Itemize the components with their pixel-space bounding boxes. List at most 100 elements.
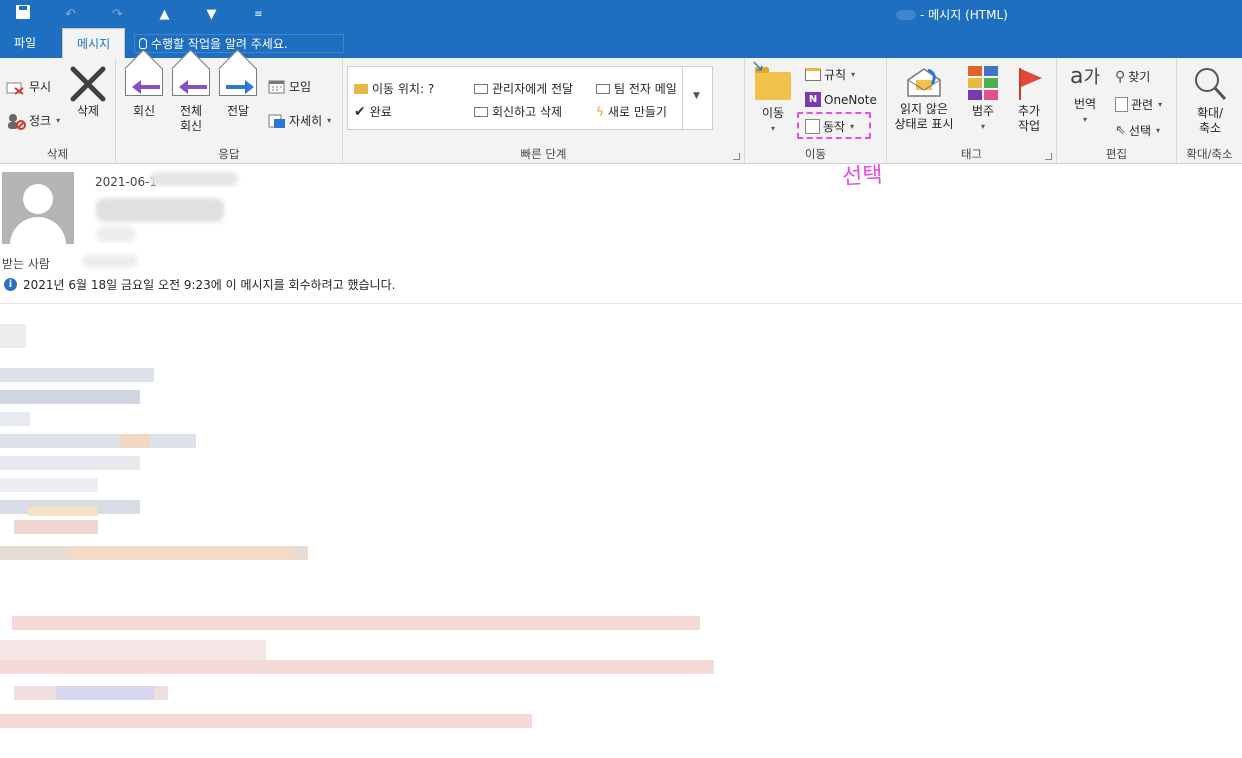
meeting-button[interactable]: 모임 [268,78,311,95]
redacted-date-tail [150,172,238,186]
quick-steps-group: 이동 위치: ? 관리자에게 전달 팀 전자 메일 ✔ 완료 회신하고 삭제 ϟ… [343,58,745,164]
related-button[interactable]: 관련 ▾ [1115,96,1162,113]
magnifier-icon [1192,66,1228,102]
rules-label: 규칙 [824,68,847,82]
onenote-label: OneNote [824,92,877,107]
save-icon[interactable] [0,0,47,28]
redacted-message-body [0,310,720,740]
translate-icon: a가 [1069,64,1101,89]
zoom-group-label: 확대/축소 [1186,147,1233,161]
editing-group-label: 편집 [1105,147,1128,161]
junk-button[interactable]: 정크 ▾ [6,112,60,130]
editing-group: a가 번역 ▾ ⚲ 찾기 관련 ▾ ⇖ 선택 ▾ 편집 [1057,58,1177,164]
lightning-icon: ϟ [596,104,604,119]
reply-label: 회신 [132,104,156,118]
more-respond-button[interactable]: 자세히 ▾ [268,112,331,129]
junk-label: 정크 [29,114,52,128]
title-bar: ↶ ↷ ▲ ▼ ≡ - 메시지 (HTML) [0,0,1242,28]
find-button[interactable]: ⚲ 찾기 [1115,68,1150,85]
flag-icon [1014,66,1044,100]
related-icon [1115,97,1128,112]
meeting-icon [268,79,286,95]
categorize-button[interactable]: 범주 ▾ [961,66,1005,134]
forward-button[interactable]: 전달 [216,68,260,119]
delete-button[interactable]: 삭제 [66,66,110,119]
onenote-icon: N [805,92,821,107]
message-date: 2021-06-1 [95,175,158,189]
tell-me-text: 수행할 작업을 알려 주세요. [151,37,288,51]
categorize-icon [968,66,998,100]
tags-group: 읽지 않은 상태로 표시 범주 ▾ 추가 작업 태그 [887,58,1057,164]
redacted-subject [896,9,916,20]
select-button[interactable]: ⇖ 선택 ▾ [1115,122,1160,139]
move-group: ↘ 이동 ▾ 규칙 ▾ N OneNote 동작 ▾ 이동 [745,58,887,164]
ignore-label: 무시 [29,80,52,94]
recall-info-text: 2021년 6월 18일 금요일 오전 9:23에 이 메시지를 회수하려고 했… [23,278,396,292]
customize-icon[interactable]: ≡ [235,9,282,20]
reply-button[interactable]: 회신 [122,68,166,119]
dialog-launcher-icon[interactable] [1045,153,1052,160]
translate-button[interactable]: a가 번역 ▾ [1061,64,1109,127]
forward-label: 전달 [226,104,250,118]
quick-steps-group-label: 빠른 단계 [520,147,567,161]
onenote-button[interactable]: N OneNote [805,92,877,107]
info-icon: i [4,278,17,291]
ignore-icon [6,80,26,95]
redo-icon[interactable]: ↷ [94,7,141,22]
checkmark-icon: ✔ [354,103,366,120]
delete-group: 무시 정크 ▾ 삭제 삭제 [0,58,116,164]
ignore-button[interactable]: 무시 [6,78,51,95]
chevron-down-icon: ▼ [693,91,700,101]
more-respond-label: 자세히 [289,114,323,128]
undo-icon[interactable]: ↶ [47,7,94,22]
follow-up-button[interactable]: 추가 작업 [1007,66,1051,134]
quick-step-label: 완료 [369,105,392,119]
select-label: 선택 [1128,124,1151,138]
quick-steps-scroll[interactable]: ▼ [682,67,712,131]
folder-arrow-icon [354,83,368,94]
mark-unread-button[interactable]: 읽지 않은 상태로 표시 [889,66,959,132]
respond-group-label: 응답 [218,147,240,161]
rules-icon [805,68,821,81]
recall-info-bar: i 2021년 6월 18일 금요일 오전 9:23에 이 메시지를 회수하려고… [4,276,395,293]
move-button[interactable]: ↘ 이동 ▾ [751,58,795,136]
reply-all-icon [172,68,210,96]
quick-step-create-new[interactable]: ϟ 새로 만들기 [596,103,667,120]
tab-message[interactable]: 메시지 [62,28,126,58]
quick-step-team-email[interactable]: 팀 전자 메일 [596,80,677,97]
to-label: 받는 사람 [2,257,50,271]
more-respond-icon [268,113,286,129]
quick-step-label: 이동 위치: ? [372,82,435,96]
annotation-select-text: 선택 [841,162,884,191]
related-label: 관련 [1131,98,1154,112]
quick-steps-gallery: 이동 위치: ? 관리자에게 전달 팀 전자 메일 ✔ 완료 회신하고 삭제 ϟ… [347,66,713,131]
dialog-launcher-icon[interactable] [733,153,740,160]
mark-unread-icon [906,66,942,97]
down-arrow-icon[interactable]: ▼ [188,7,235,22]
quick-step-done[interactable]: ✔ 완료 [354,103,392,120]
quick-step-reply-delete[interactable]: 회신하고 삭제 [474,103,562,120]
follow-up-label: 추가 작업 [1017,104,1041,133]
cursor-icon: ⇖ [1115,123,1126,138]
reply-icon [125,68,163,96]
quick-step-label: 팀 전자 메일 [614,82,677,96]
reply-all-label: 전체 회신 [179,104,203,133]
quick-step-label: 관리자에게 전달 [492,82,574,96]
tab-file[interactable]: 파일 [0,28,50,58]
move-label: 이동 [761,106,785,120]
actions-highlight-box [797,112,871,139]
reply-all-button[interactable]: 전체 회신 [169,68,213,134]
junk-icon [6,113,26,130]
meeting-label: 모임 [289,80,312,94]
quick-step-move-to[interactable]: 이동 위치: ? [354,80,434,97]
header-divider [0,303,1242,304]
tags-group-label: 태그 [960,147,983,161]
respond-group: 회신 전체 회신 전달 모임 자세히 ▾ 응답 [116,58,343,164]
lightbulb-icon [139,38,147,49]
delete-group-label: 삭제 [46,147,69,161]
quick-step-to-manager[interactable]: 관리자에게 전달 [474,80,573,97]
translate-label: 번역 [1073,97,1097,111]
rules-button[interactable]: 규칙 ▾ [805,66,855,83]
zoom-button[interactable]: 확대/ 축소 [1185,66,1235,136]
up-arrow-icon[interactable]: ▲ [141,7,188,22]
